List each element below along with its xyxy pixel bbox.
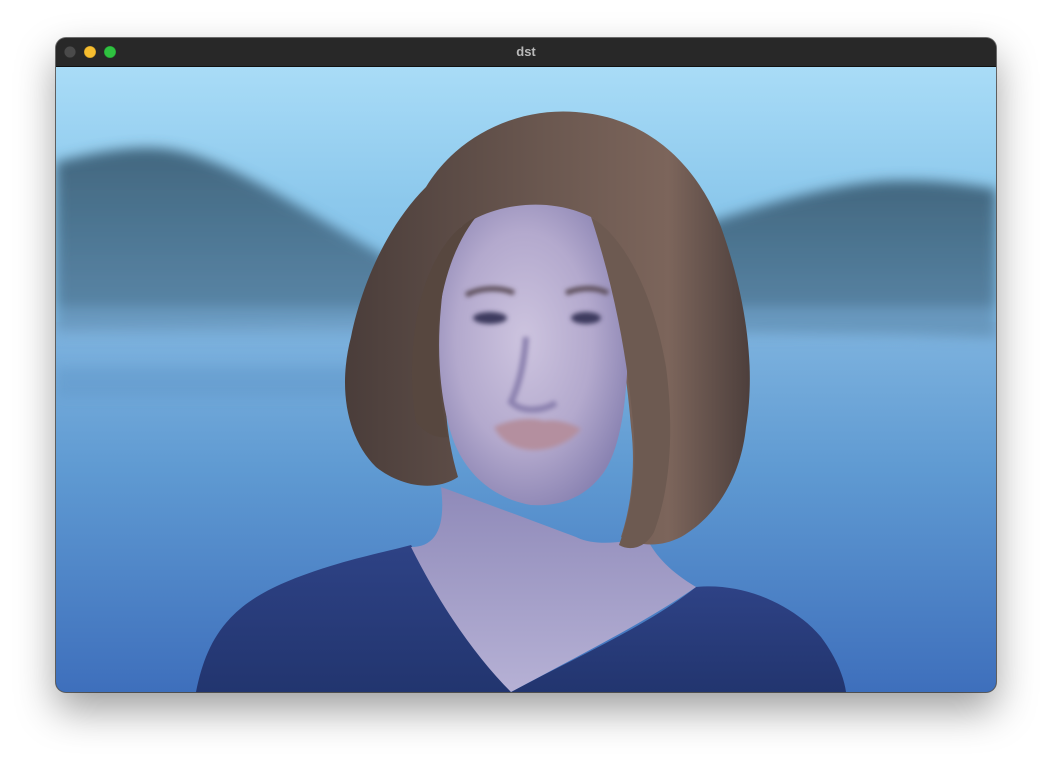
left-eye (473, 312, 507, 324)
right-eye (571, 312, 601, 324)
title-bar[interactable]: dst (56, 38, 996, 67)
window-title: dst (516, 44, 536, 59)
image-viewport (56, 67, 996, 692)
app-window: dst (56, 38, 996, 692)
face (439, 204, 628, 506)
portrait-photo (56, 67, 996, 692)
